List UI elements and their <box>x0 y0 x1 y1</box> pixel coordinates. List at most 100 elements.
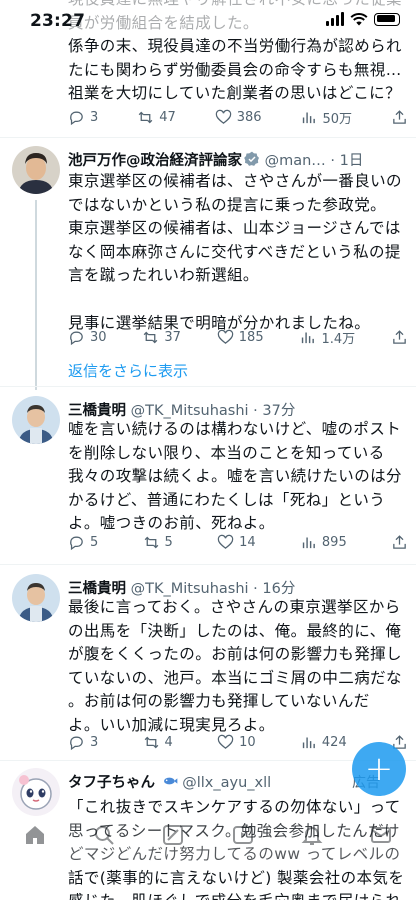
reply-button[interactable]: 3 <box>68 734 98 751</box>
tweet-text: 最後に言っておく。さやさんの東京選挙区から の出馬を「決断」したのは、俺。最終的… <box>68 596 408 738</box>
reply-button[interactable]: 3 <box>68 108 98 127</box>
like-button[interactable]: 185 <box>217 328 264 347</box>
tweet-line: 我々の攻撃は続くよ。嘘を言い続けたいのは分 <box>68 467 402 486</box>
views-count: 50万 <box>322 112 353 127</box>
avatar[interactable] <box>12 396 60 444</box>
author-name[interactable]: 三橋貴明 <box>68 403 126 419</box>
retweet-count: 4 <box>164 735 173 750</box>
tab-video[interactable] <box>228 820 258 850</box>
author-name[interactable]: タフ子ちゃん <box>68 775 155 791</box>
tweet-text: 嘘を言い続けるのは構わないけど、嘘のポスト を削除しない限り、本当のことを知って… <box>68 418 408 536</box>
tab-grok[interactable] <box>158 820 188 850</box>
tab-search[interactable] <box>89 820 119 850</box>
author-handle: @llx_ayu_xll <box>182 775 272 791</box>
share-icon <box>393 330 406 344</box>
reply-icon <box>70 736 83 751</box>
tweet-line: 。お前は何の影響力も発揮していないんだ <box>68 692 370 711</box>
like-icon <box>217 534 234 549</box>
retweet-icon <box>144 736 158 749</box>
compose-icon: + <box>364 749 394 789</box>
share-icon <box>393 110 406 124</box>
share-button[interactable] <box>391 108 408 127</box>
share-button[interactable] <box>391 534 408 551</box>
reply-button[interactable]: 5 <box>68 534 98 551</box>
avatar[interactable] <box>12 146 60 194</box>
like-icon <box>217 734 234 749</box>
like-count: 14 <box>239 535 256 550</box>
views-count: 424 <box>321 735 347 750</box>
grok-icon <box>163 825 184 845</box>
tweet-line: 嘘を言い続けるのは構わないけど、嘘のポスト <box>68 420 402 438</box>
tweet-actions: 3 47 386 50万 <box>68 108 408 127</box>
status-bar: 23:27 <box>0 0 416 40</box>
like-icon <box>215 109 231 124</box>
views-button[interactable]: 895 <box>300 534 347 551</box>
views-button[interactable]: 424 <box>300 734 347 751</box>
retweet-icon <box>144 331 158 344</box>
home-icon <box>25 826 44 844</box>
notifications-icon <box>301 827 323 845</box>
author-name[interactable]: 三橋貴明 <box>68 581 126 597</box>
retweet-count: 5 <box>164 535 173 550</box>
tab-messages[interactable] <box>366 820 396 850</box>
author-handle: @man… <box>264 153 326 169</box>
tweet-time: · 37分 <box>253 403 296 419</box>
tweet-line: 話で(薬事的に言えないけど) 製薬会社の本気を <box>68 868 405 887</box>
fish-emoji-icon <box>163 777 177 785</box>
messages-icon <box>371 827 392 843</box>
tweet-time: · 1日 <box>330 153 364 169</box>
tweet-line: よ。嘘つきのお前、死ねよ。 <box>68 514 275 533</box>
share-icon <box>393 535 406 549</box>
views-button[interactable]: 50万 <box>300 108 352 127</box>
retweet-button[interactable]: 4 <box>143 734 173 751</box>
tweet-header: 池戸万作@政治経済評論家 @man… · 1日 <box>68 149 404 170</box>
tweet-line <box>68 288 408 312</box>
views-icon <box>302 537 315 549</box>
tab-notifications[interactable] <box>297 820 327 850</box>
tweet-line: 最後に言っておく。さやさんの東京選挙区から <box>68 598 401 616</box>
retweet-button[interactable]: 5 <box>143 534 173 551</box>
wifi-icon <box>350 13 368 26</box>
tweet-line: の出馬を「決断」したのは、俺。最終的に、俺 <box>68 621 402 640</box>
tweet-actions: 30 37 185 1.4万 <box>68 328 408 347</box>
retweet-button[interactable]: 47 <box>137 108 176 127</box>
tweet-line: を削除しない限り、本当のことを知っている <box>68 443 385 462</box>
author-name[interactable]: 池戸万作@政治経済評論家 <box>68 153 242 169</box>
avatar[interactable] <box>12 574 60 622</box>
show-more-replies-link[interactable]: 返信をさらに表示 <box>68 360 188 381</box>
retweet-button[interactable]: 37 <box>142 328 181 347</box>
like-button[interactable]: 14 <box>217 534 256 551</box>
tweet-line: 祖業を大切にしていた創業者の思いはどこに？ <box>68 84 401 103</box>
thread-line <box>35 200 37 390</box>
views-button[interactable]: 1.4万 <box>299 328 355 347</box>
tweet-line: 東京選挙区の候補者は、さやさんが一番良いの <box>68 172 402 190</box>
reply-count: 3 <box>90 110 99 125</box>
like-count: 10 <box>239 735 256 750</box>
divider <box>0 564 416 565</box>
share-button[interactable] <box>391 328 408 347</box>
tweet-actions: 3 4 10 424 <box>68 734 408 751</box>
tweet-actions: 5 5 14 895 <box>68 534 408 551</box>
tweet-line: が腹をくくったの。お前は何の影響力も発揮し <box>68 645 402 664</box>
reply-icon <box>70 111 83 126</box>
retweet-icon <box>144 536 158 549</box>
compose-button[interactable]: + <box>352 742 406 796</box>
reply-button[interactable]: 30 <box>68 328 107 347</box>
tweet-line: かるけど、普通にわたくしは「死ね」という <box>68 490 386 509</box>
like-button[interactable]: 10 <box>217 734 256 751</box>
bottom-tab-bar <box>0 810 416 860</box>
tab-home[interactable] <box>20 820 50 850</box>
views-icon <box>303 112 316 124</box>
like-button[interactable]: 386 <box>215 108 262 127</box>
signal-icon <box>326 12 344 26</box>
tweet-line: ていないの、池戸。本当にゴミ屑の中二病だな <box>68 668 402 687</box>
tweet-time: · 16分 <box>253 581 296 597</box>
like-icon <box>217 329 234 344</box>
reply-count: 30 <box>90 330 107 345</box>
retweet-icon <box>138 111 153 124</box>
retweet-count: 37 <box>164 330 181 345</box>
tweet-line: ではないかという私の提言に乗った参政党。 <box>68 195 387 214</box>
tweet-header: 三橋貴明 @TK_Mitsuhashi · 16分 <box>68 577 404 598</box>
views-count: 1.4万 <box>321 332 356 347</box>
avatar[interactable] <box>12 768 60 816</box>
